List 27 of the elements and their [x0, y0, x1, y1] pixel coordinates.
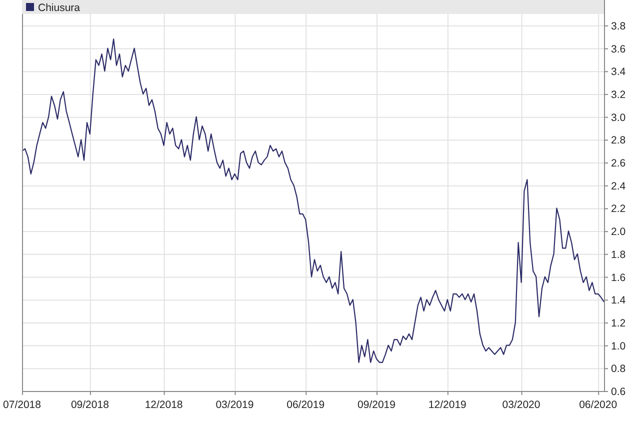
y-axis-label: 1.2	[611, 317, 626, 330]
x-axis-label: 06/2019	[286, 399, 325, 411]
x-axis-label: 07/2018	[3, 399, 41, 411]
x-axis-label: 12/2018	[144, 399, 183, 411]
x-axis-label: 03/2019	[216, 399, 254, 411]
legend-label: Chiusura	[38, 2, 80, 14]
y-axis-label: 3.4	[611, 66, 626, 78]
y-axis-label: 2.4	[611, 180, 626, 192]
x-axis-label: 03/2020	[502, 399, 540, 411]
y-axis-label: 0.6	[611, 386, 626, 398]
y-axis-label: 2.2	[611, 203, 626, 216]
y-axis-label: 3.6	[611, 43, 626, 56]
y-axis-label: 0.8	[611, 363, 626, 376]
x-axis-label: 12/2019	[428, 399, 466, 411]
x-axis-label: 09/2019	[358, 399, 396, 411]
x-axis-label: 06/2020	[579, 399, 618, 411]
y-axis-label: 2.6	[611, 158, 626, 170]
y-axis-label: 2.0	[611, 226, 626, 238]
y-axis-label: 3.2	[611, 88, 626, 101]
y-axis-label: 3.0	[611, 112, 626, 124]
y-axis-label: 1.0	[611, 340, 626, 352]
y-axis-label: 1.4	[611, 294, 626, 307]
y-axis-label: 2.8	[611, 134, 626, 147]
y-axis-label: 3.8	[611, 20, 626, 32]
y-axis-label: 1.6	[611, 272, 626, 284]
y-axis-label: 1.8	[611, 248, 626, 261]
x-axis-label: 09/2018	[70, 399, 109, 411]
